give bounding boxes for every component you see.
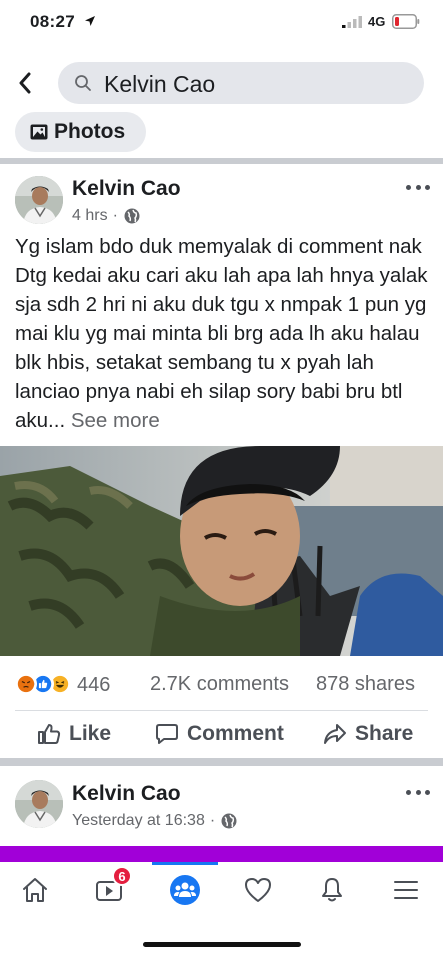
- next-post-time[interactable]: Yesterday at 16:38: [72, 812, 205, 830]
- bell-icon: [322, 878, 342, 902]
- author-avatar[interactable]: [15, 176, 63, 224]
- nav-home[interactable]: [15, 870, 55, 910]
- comment-label: Comment: [187, 722, 284, 745]
- more-dot: [415, 184, 421, 190]
- post-author-name[interactable]: Kelvin Cao: [72, 177, 181, 201]
- post-divider: [0, 758, 443, 766]
- reaction-count: 446: [77, 673, 111, 696]
- status-bar: 08:27 4G: [0, 0, 443, 48]
- search-icon: [75, 75, 91, 91]
- photos-icon: [30, 124, 48, 140]
- back-arrow-icon: [19, 72, 31, 94]
- shares-count[interactable]: 878 shares: [316, 673, 415, 696]
- comments-count[interactable]: 2.7K comments: [150, 673, 289, 696]
- avatar-image: [15, 780, 63, 828]
- like-button[interactable]: Like: [37, 718, 111, 750]
- post-photo[interactable]: [0, 446, 443, 656]
- share-button[interactable]: Share: [323, 718, 413, 750]
- post-time[interactable]: 4 hrs: [72, 207, 108, 225]
- post-photo-image: [0, 446, 443, 656]
- search-query: Kelvin Cao: [104, 71, 216, 97]
- more-dot: [425, 184, 430, 190]
- action-divider: [15, 710, 428, 711]
- photos-filter-chip[interactable]: Photos: [15, 112, 146, 152]
- back-button[interactable]: [12, 68, 38, 98]
- avatar-image: [15, 176, 63, 224]
- nav-dating[interactable]: [238, 870, 278, 910]
- signal-icon: [342, 16, 362, 28]
- home-icon: [23, 878, 47, 902]
- network-type: 4G: [368, 14, 386, 29]
- photos-filter-label: Photos: [54, 120, 126, 143]
- share-label: Share: [355, 722, 414, 745]
- menu-icon: [394, 881, 418, 899]
- nav-notifications[interactable]: [312, 870, 352, 910]
- groups-icon: [170, 875, 200, 905]
- location-arrow-icon: [85, 16, 95, 26]
- post-meta: 4 hrs ·: [72, 207, 140, 225]
- like-label: Like: [69, 722, 112, 745]
- home-indicator[interactable]: [143, 942, 301, 947]
- globe-icon: [124, 208, 140, 224]
- comment-button[interactable]: Comment: [155, 718, 284, 750]
- more-dot: [406, 789, 411, 795]
- nav-menu[interactable]: [386, 870, 426, 910]
- search-header: Kelvin Cao: [0, 58, 443, 110]
- see-more-link[interactable]: See more: [71, 409, 160, 432]
- nav-active-indicator: [152, 862, 218, 865]
- reactions-summary[interactable]: 446: [15, 670, 110, 700]
- share-icon: [324, 724, 346, 744]
- comment-icon: [156, 724, 178, 744]
- bottom-nav: 6: [0, 862, 443, 924]
- angry-reaction-icon: [15, 673, 37, 695]
- watch-badge: 6: [112, 866, 132, 886]
- heart-icon: [245, 878, 271, 902]
- next-post-author-name[interactable]: Kelvin Cao: [72, 782, 181, 806]
- nav-groups[interactable]: [165, 870, 205, 910]
- next-post-avatar[interactable]: [15, 780, 63, 828]
- post-body: Yg islam bdo duk memyalak di comment nak…: [15, 232, 433, 435]
- search-input[interactable]: Kelvin Cao: [58, 62, 424, 104]
- more-dot: [425, 789, 430, 795]
- next-post-more-button[interactable]: [406, 785, 430, 799]
- meta-separator: ·: [209, 812, 216, 829]
- more-dot: [415, 789, 421, 795]
- meta-separator: ·: [112, 207, 118, 224]
- section-divider: [0, 158, 443, 164]
- more-dot: [406, 184, 411, 190]
- next-post-meta: Yesterday at 16:38 ·: [72, 812, 237, 830]
- post-text: Yg islam bdo duk memyalak di comment nak…: [15, 235, 428, 432]
- nav-watch[interactable]: 6: [90, 866, 132, 910]
- globe-icon: [221, 813, 237, 829]
- status-time: 08:27: [30, 12, 75, 31]
- battery-icon: [392, 14, 420, 29]
- like-icon: [38, 724, 61, 744]
- reaction-icons: [15, 673, 75, 697]
- post-more-button[interactable]: [406, 180, 430, 194]
